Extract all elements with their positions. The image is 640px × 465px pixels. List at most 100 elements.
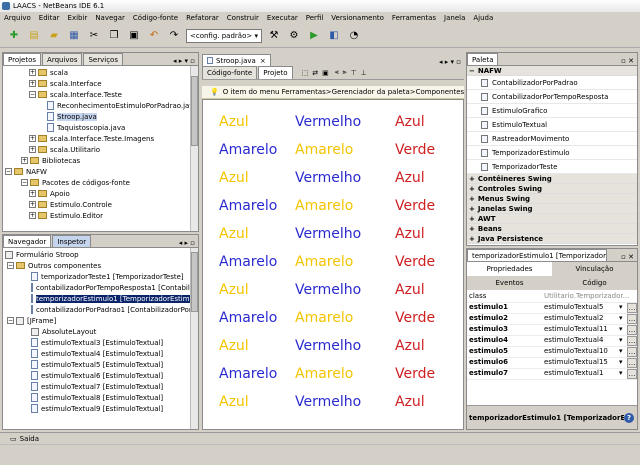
open-project-icon[interactable]: ▰	[46, 28, 62, 44]
align-right-icon[interactable]: ⫸	[343, 68, 347, 77]
paste-icon[interactable]: ▣	[126, 28, 142, 44]
expand-icon[interactable]: +	[469, 225, 475, 233]
expand-icon[interactable]: +	[469, 205, 475, 213]
collapse-icon[interactable]: −	[5, 168, 12, 175]
estimulo-textual[interactable]: Azul	[219, 338, 249, 354]
menu-executar[interactable]: Executar	[267, 14, 298, 22]
tree-item[interactable]: + Bibliotecas	[3, 155, 198, 166]
tab-vinculacao[interactable]: Vinculação	[552, 262, 637, 276]
estimulo-textual[interactable]: Amarelo	[219, 310, 277, 326]
tree-item[interactable]: + scala.Interface.Teste.Imagens	[3, 133, 198, 144]
property-value[interactable]: estimuloTextual1	[542, 369, 619, 379]
menu-ferramentas[interactable]: Ferramentas	[392, 14, 436, 22]
ellipsis-button[interactable]: …	[627, 325, 637, 335]
estimulo-textual[interactable]: Amarelo	[295, 366, 353, 382]
clean-build-icon[interactable]: ⚙	[286, 28, 302, 44]
property-row[interactable]: estimulo2 estimuloTextual2 ▾…	[467, 314, 637, 325]
palette-category[interactable]: + Beans	[467, 224, 637, 234]
expand-icon[interactable]: +	[29, 212, 36, 219]
tab-projetos[interactable]: Projetos	[3, 53, 42, 65]
new-file-icon[interactable]: ▤	[26, 28, 42, 44]
property-value[interactable]: estimuloTextual15	[542, 358, 619, 368]
palette-item[interactable]: ContabilizadorPorPadrao	[467, 76, 637, 90]
estimulo-textual[interactable]: Amarelo	[295, 198, 353, 214]
ellipsis-button[interactable]: …	[627, 369, 637, 379]
menu-editar[interactable]: Editar	[39, 14, 60, 22]
tree-item[interactable]: contabilizadorPorTempoResposta1 [Contabi…	[3, 282, 198, 293]
tree-item[interactable]: + Estimulo.Controle	[3, 199, 198, 210]
palette-item[interactable]: EstimuloTextual	[467, 118, 637, 132]
menu-versionamento[interactable]: Versionamento	[331, 14, 384, 22]
estimulo-textual[interactable]: Amarelo	[219, 366, 277, 382]
tree-item[interactable]: temporizadorTeste1 [TemporizadorTeste]	[3, 271, 198, 282]
tree-item[interactable]: AbsoluteLayout	[3, 326, 198, 337]
estimulo-textual[interactable]: Amarelo	[219, 198, 277, 214]
estimulo-textual[interactable]: Verde	[395, 142, 435, 158]
property-value[interactable]: estimuloTextual10	[542, 347, 619, 357]
expand-icon[interactable]: +	[469, 185, 475, 193]
collapse-icon[interactable]: −	[21, 179, 28, 186]
tree-item[interactable]: Stroop.java	[3, 111, 198, 122]
menu-ajuda[interactable]: Ajuda	[473, 14, 493, 22]
tree-item[interactable]: ReconhecimentoEstimuloPorPadrao.java	[3, 100, 198, 111]
collapse-icon[interactable]: −	[7, 262, 14, 269]
preview-icon[interactable]: ▣	[322, 69, 329, 77]
menu-codigo-fonte[interactable]: Código-fonte	[133, 14, 178, 22]
expand-icon[interactable]: +	[29, 69, 36, 76]
palette-item[interactable]: EstimuloGrafico	[467, 104, 637, 118]
expand-icon[interactable]: +	[29, 135, 36, 142]
tab-stroop-java[interactable]: Stroop.java ×	[202, 54, 271, 66]
estimulo-textual[interactable]: Verde	[395, 254, 435, 270]
palette-category[interactable]: + AWT	[467, 214, 637, 224]
ellipsis-button[interactable]: …	[627, 314, 637, 324]
palette-group-nafw[interactable]: − NAFW	[467, 66, 637, 76]
tree-item[interactable]: + scala	[3, 67, 198, 78]
chevron-down-icon[interactable]: ▾	[619, 369, 627, 379]
panel-controls-icon[interactable]: ◂ ▸ ▫	[179, 239, 198, 247]
property-row[interactable]: estimulo6 estimuloTextual15 ▾…	[467, 358, 637, 369]
expand-icon[interactable]: +	[469, 195, 475, 203]
new-project-icon[interactable]: ✚	[6, 28, 22, 44]
estimulo-textual[interactable]: Verde	[395, 310, 435, 326]
tree-item[interactable]: + Estimulo.Editor	[3, 210, 198, 221]
estimulo-textual[interactable]: Verde	[395, 198, 435, 214]
align-bottom-icon[interactable]: ⊥	[361, 69, 367, 77]
config-select[interactable]: <config. padrão> ▾	[186, 28, 262, 43]
property-row[interactable]: class Utilitario.Temporizador...	[467, 292, 637, 303]
ellipsis-button[interactable]: …	[627, 303, 637, 313]
expand-icon[interactable]: +	[469, 175, 475, 183]
tree-item[interactable]: − Outros componentes	[3, 260, 198, 271]
expand-icon[interactable]: +	[29, 201, 36, 208]
cut-icon[interactable]: ✂	[86, 28, 102, 44]
property-row[interactable]: estimulo3 estimuloTextual11 ▾…	[467, 325, 637, 336]
collapse-icon[interactable]: −	[469, 67, 475, 75]
scroll-thumb[interactable]	[191, 252, 198, 312]
property-row[interactable]: estimulo4 estimuloTextual4 ▾…	[467, 336, 637, 347]
estimulo-textual[interactable]: Amarelo	[295, 310, 353, 326]
projects-scrollbar[interactable]	[190, 66, 198, 231]
palette-category[interactable]: + Contêineres Swing	[467, 174, 637, 184]
tab-servicos[interactable]: Serviços	[83, 53, 123, 65]
chevron-down-icon[interactable]: ▾	[619, 325, 627, 335]
expand-icon[interactable]: +	[469, 215, 475, 223]
tree-item[interactable]: Formulário Stroop	[3, 249, 198, 260]
estimulo-textual[interactable]: Amarelo	[295, 254, 353, 270]
chevron-down-icon[interactable]: ▾	[619, 347, 627, 357]
tree-item[interactable]: estimuloTextual7 [EstimuloTextual]	[3, 381, 198, 392]
estimulo-textual[interactable]: Azul	[395, 282, 425, 298]
property-value[interactable]: estimuloTextual2	[542, 314, 619, 324]
estimulo-textual[interactable]: Vermelho	[295, 338, 361, 354]
chevron-down-icon[interactable]: ▾	[619, 314, 627, 324]
expand-icon[interactable]: +	[29, 146, 36, 153]
chevron-down-icon[interactable]: ▾	[619, 303, 627, 313]
tab-navegador[interactable]: Navegador	[3, 235, 52, 247]
estimulo-textual[interactable]: Azul	[395, 394, 425, 410]
output-icon[interactable]: ▭	[10, 435, 17, 443]
expand-icon[interactable]: +	[29, 80, 36, 87]
collapse-icon[interactable]: −	[29, 91, 36, 98]
estimulo-textual[interactable]: Azul	[395, 114, 425, 130]
undo-icon[interactable]: ↶	[146, 28, 162, 44]
chevron-down-icon[interactable]: ▾	[619, 336, 627, 346]
design-canvas[interactable]: Azul Vermelho Azul Amarelo Amarelo Verde Azul V…	[202, 99, 464, 430]
estimulo-textual[interactable]: Azul	[395, 170, 425, 186]
